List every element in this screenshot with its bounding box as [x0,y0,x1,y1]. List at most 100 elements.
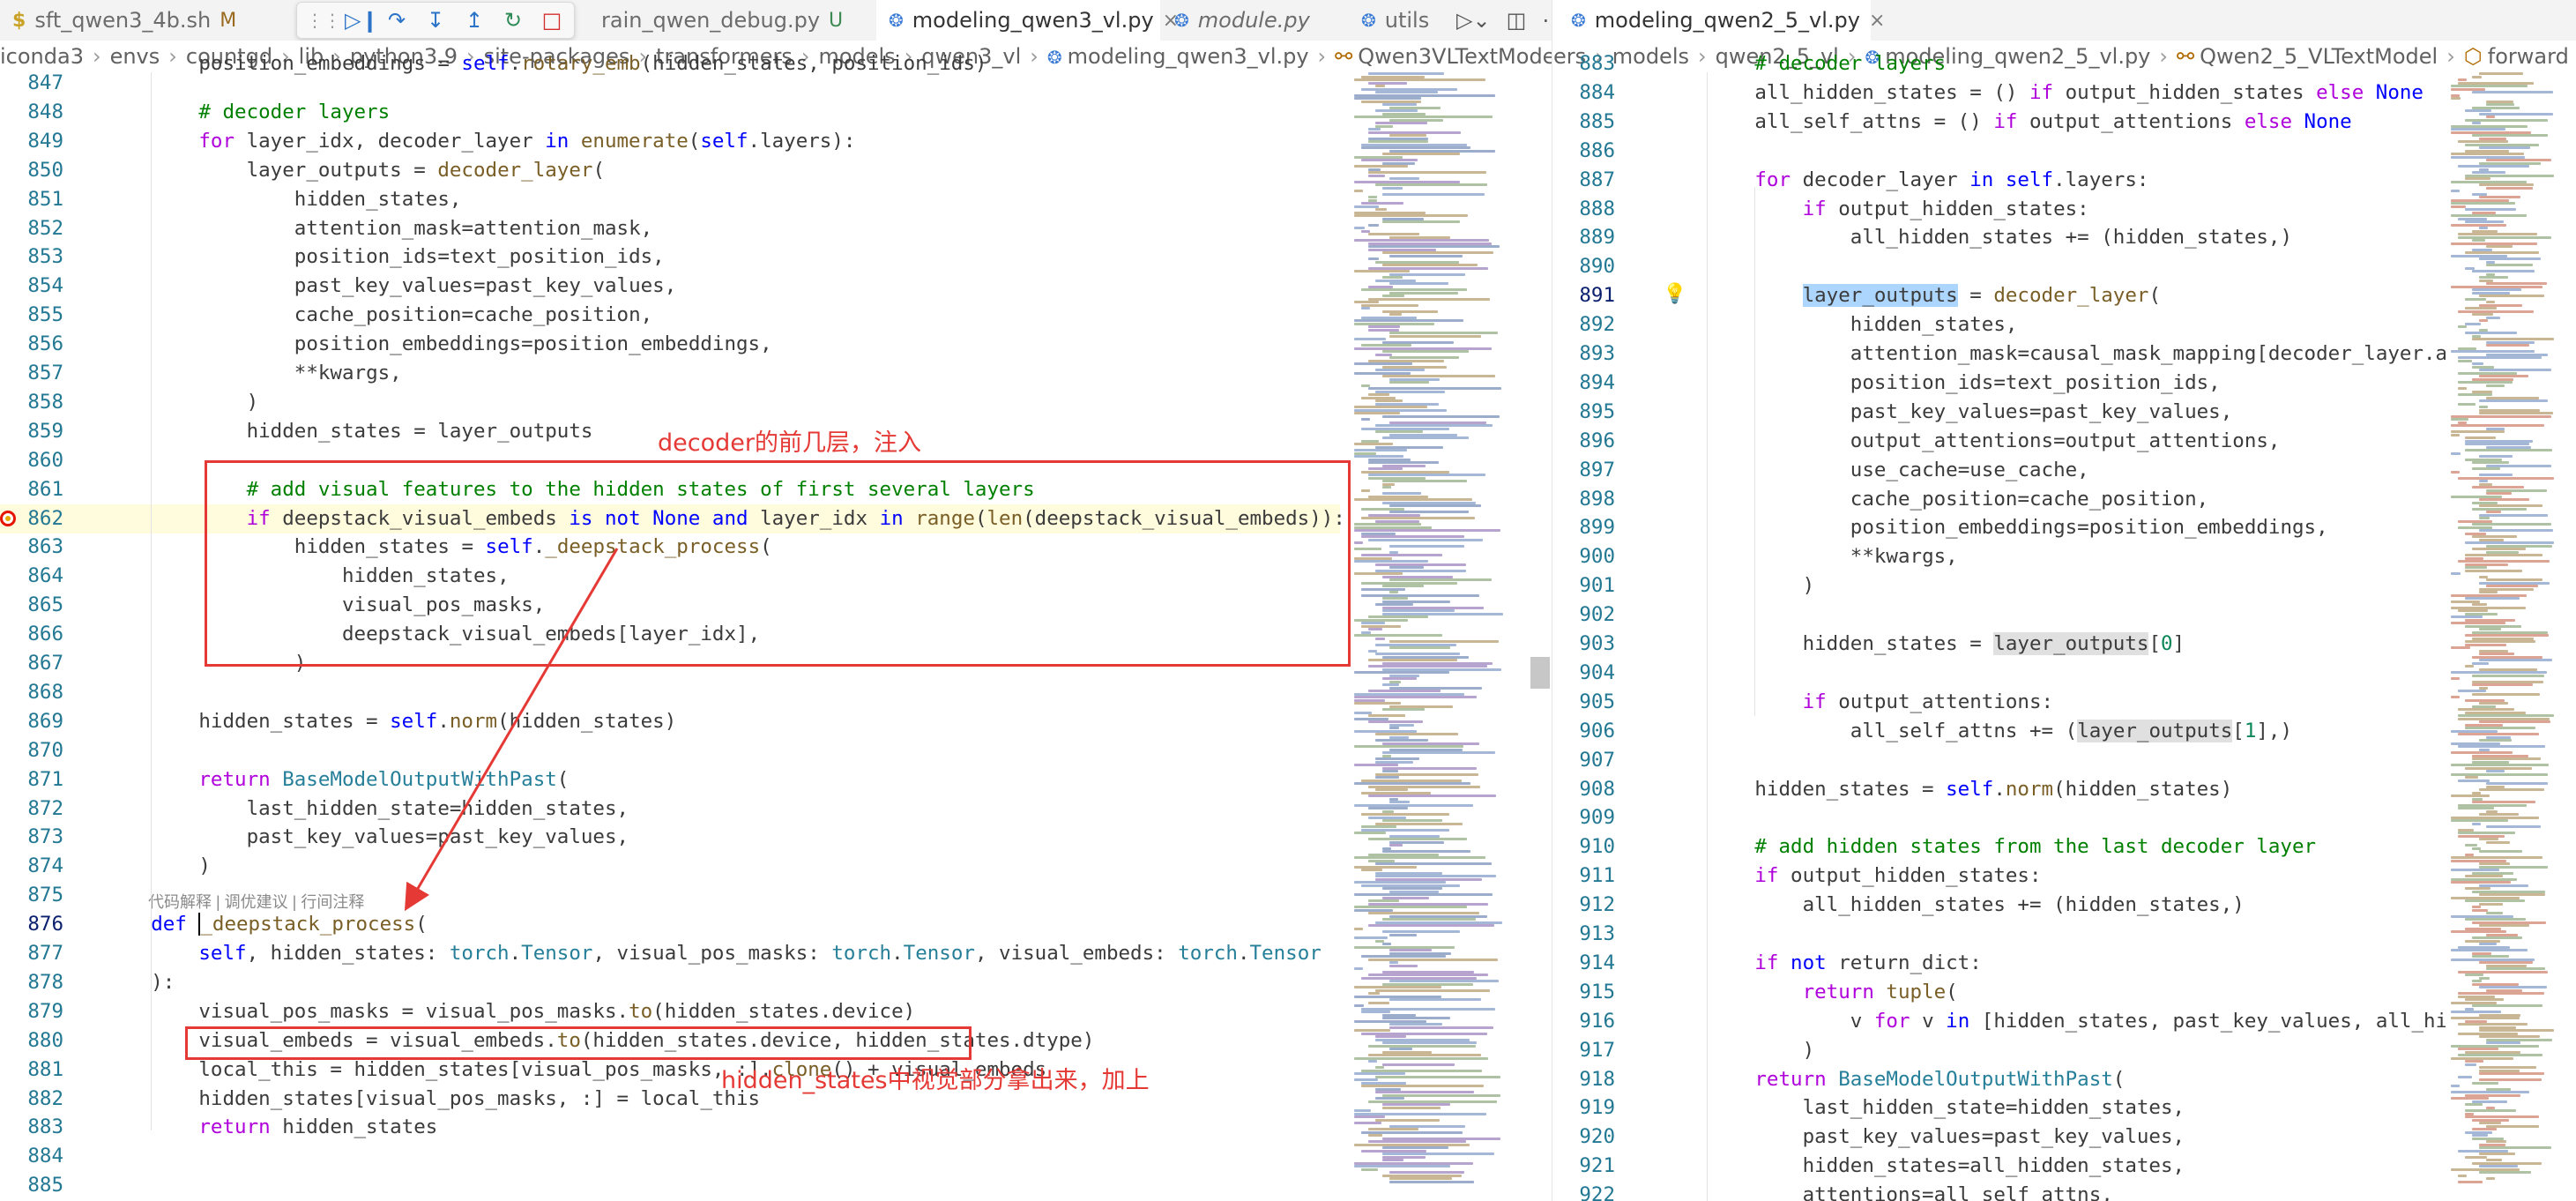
code-line[interactable]: 855 cache_position=cache_position, [0,301,1340,330]
code-line[interactable]: 871 return BaseModelOutputWithPast( [0,765,1340,794]
code-line[interactable]: 911 if output_hidden_states: [1553,862,2444,891]
code-line[interactable]: 901) [1553,571,2444,600]
code-line[interactable]: 858) [0,388,1340,417]
tab-label: sft_qwen3_4b.sh [34,8,212,33]
code-line[interactable]: 884 all_hidden_states = () if output_hidd… [1553,78,2444,108]
code-line[interactable]: 872 last_hidden_state=hidden_states, [0,794,1340,824]
code-line[interactable]: 891 layer_outputs = decoder_layer( [1553,281,2444,310]
tab-sft-qwen3-4b-sh[interactable]: $ sft_qwen3_4b.sh M [0,0,277,41]
code-line[interactable]: 879 visual_pos_masks = visual_pos_masks.t… [0,997,1340,1026]
grip-icon[interactable]: ⋮⋮ [306,10,341,31]
close-icon[interactable]: × [1869,10,1885,32]
tab-modeling-qwen3-vl[interactable]: ❂ modeling_qwen3_vl.py × [876,0,1179,41]
code-line[interactable]: 878): [0,968,1340,997]
code-line[interactable]: 877 self, hidden_states: torch.Tensor, vi… [0,939,1340,968]
code-line[interactable]: 918 return BaseModelOutputWithPast( [1553,1065,2444,1094]
code-line[interactable]: 883 return hidden_states [0,1113,1340,1142]
codelens-actions[interactable]: 代码解释 | 调优建议 | 行间注释 [148,890,364,913]
code-line[interactable]: 883 # decoder layers [1553,49,2444,78]
code-line[interactable]: 848 # decoder layers [0,98,1340,127]
code-line[interactable]: 889 all_hidden_states += (hidden_states,) [1553,223,2444,252]
code-line[interactable]: 912 all_hidden_states += (hidden_states,) [1553,891,2444,920]
code-line[interactable]: 892 hidden_states, [1553,310,2444,339]
code-line[interactable]: 854 past_key_values=past_key_values, [0,272,1340,301]
code-line[interactable]: 885 all_self_attns = () if output_attenti… [1553,108,2444,137]
code-line[interactable]: 907 [1553,746,2444,775]
restart-icon[interactable]: ↻ [500,8,526,33]
code-line[interactable]: 869 hidden_states = self.norm(hidden_stat… [0,707,1340,736]
code-line[interactable]: 909 [1553,803,2444,832]
code-line[interactable]: 893 attention_mask=causal_mask_mapping[de… [1553,339,2531,369]
code-line[interactable]: 874) [0,852,1340,881]
code-line[interactable]: 919 last_hidden_state=hidden_states, [1553,1093,2444,1123]
code-line[interactable]: 914 if not return_dict: [1553,949,2444,978]
code-line[interactable]: 870 [0,736,1340,765]
run-icon[interactable]: ▷⌄ [1456,8,1491,33]
line-number: 912 [1579,893,1615,917]
stop-icon[interactable]: □ [539,8,565,33]
lightbulb-icon[interactable]: 💡 [1663,283,1686,305]
breadcrumb-item[interactable]: ⬡ forward [2464,44,2569,69]
code-line[interactable]: 906 all_self_attns += (layer_outputs[1],) [1553,717,2444,746]
step-out-icon[interactable]: ↥ [461,8,488,33]
minimap-line [1382,264,1478,266]
minimap-line [1368,659,1458,661]
code-line[interactable]: 898 cache_position=cache_position, [1553,485,2444,514]
code-line[interactable]: 849 for layer_idx, decoder_layer in enume… [0,127,1340,156]
code-line[interactable]: 856 position_embeddings=position_embeddin… [0,330,1340,359]
breakpoint-icon[interactable] [0,510,16,526]
step-over-icon[interactable]: ↷ [383,8,410,33]
code-line[interactable]: 868 [0,678,1340,707]
code-line[interactable]: 904 [1553,659,2444,688]
scrollbar-thumb[interactable] [1530,657,1550,689]
code-editor[interactable]: 883 # decoder layers 884 all_hidden_states … [1553,52,2531,1201]
continue-icon[interactable]: ▷❙ [345,8,379,33]
code-line[interactable]: 899 position_embeddings=position_embeddin… [1553,513,2444,542]
code-line[interactable]: 850 layer_outputs = decoder_layer( [0,156,1340,185]
step-into-icon[interactable]: ↧ [422,8,449,33]
code-line[interactable]: 886 [1553,137,2444,166]
code-line[interactable]: 894 position_ids=text_position_ids, [1553,369,2444,398]
code-line[interactable]: 857 **kwargs, [0,359,1340,388]
breadcrumb-item[interactable]: ⚯ Qwen3VLTextModel [1335,44,1552,69]
split-editor-icon[interactable]: ◫ [1507,8,1527,33]
code-line[interactable]: 922 attentions=all_self_attns, [1553,1181,2444,1201]
code-line[interactable]: 910 # add hidden states from the last dec… [1553,832,2444,862]
code-line[interactable]: 915 return tuple( [1553,978,2444,1007]
code-line[interactable]: 896 output_attentions=output_attentions, [1553,427,2444,456]
code-line[interactable]: 873 past_key_values=past_key_values, [0,823,1340,852]
code-line[interactable]: 895 past_key_values=past_key_values, [1553,398,2444,427]
minimap-line [2486,301,2495,303]
code-line[interactable]: 887 for decoder_layer in self.layers: [1553,166,2444,195]
code-line[interactable]: 917) [1553,1036,2444,1065]
minimap-line [1389,964,1418,967]
code-line[interactable]: 903 hidden_states = layer_outputs[0] [1553,630,2444,659]
code-line[interactable]: 884 [0,1142,1340,1171]
tab-module-py[interactable]: ❂ module.py [1162,0,1347,41]
code-line[interactable]: 890 [1553,252,2444,281]
code-text: all_hidden_states += (hidden_states,) [1802,893,2245,917]
code-line[interactable]: 905 if output_attentions: [1553,688,2444,717]
tab-modeling-qwen2-5-vl[interactable]: ❂ modeling_qwen2_5_vl.py × [1553,0,1885,41]
code-line[interactable]: 920 past_key_values=past_key_values, [1553,1123,2444,1152]
code-line[interactable]: 900 **kwargs, [1553,542,2444,571]
minimap[interactable] [2446,72,2576,1201]
code-line[interactable]: 897 use_cache=use_cache, [1553,456,2444,485]
code-line[interactable]: 851 hidden_states, [0,185,1340,214]
code-line[interactable]: 876 def _deepstack_process( [0,910,1340,939]
code-line[interactable]: 885 [0,1171,1340,1200]
tab-train-qwen-debug[interactable]: rain_qwen_debug.py U [573,0,873,41]
code-line[interactable]: 908 hidden_states = self.norm(hidden_stat… [1553,775,2444,804]
code-line[interactable]: 888 if output_hidden_states: [1553,195,2444,224]
code-line[interactable]: 853 position_ids=text_position_ids, [0,242,1340,272]
code-line[interactable]: 913 [1553,920,2444,949]
more-icon[interactable]: ⋯ [1542,8,1552,33]
code-text: past_key_values=past_key_values, [1850,399,2233,423]
minimap[interactable] [1349,72,1525,1201]
code-line[interactable]: 852 attention_mask=attention_mask, [0,214,1340,243]
tab-utils[interactable]: ❂ utils [1349,0,1455,41]
code-line[interactable]: 916 v for v in [hidden_states, past_key_v… [1553,1007,2531,1036]
code-line[interactable]: 921 hidden_states=all_hidden_states, [1553,1152,2444,1181]
code-line[interactable]: 902 [1553,600,2444,630]
code-line[interactable]: position_embeddings = self.rotary_emb(hi… [0,49,1340,78]
